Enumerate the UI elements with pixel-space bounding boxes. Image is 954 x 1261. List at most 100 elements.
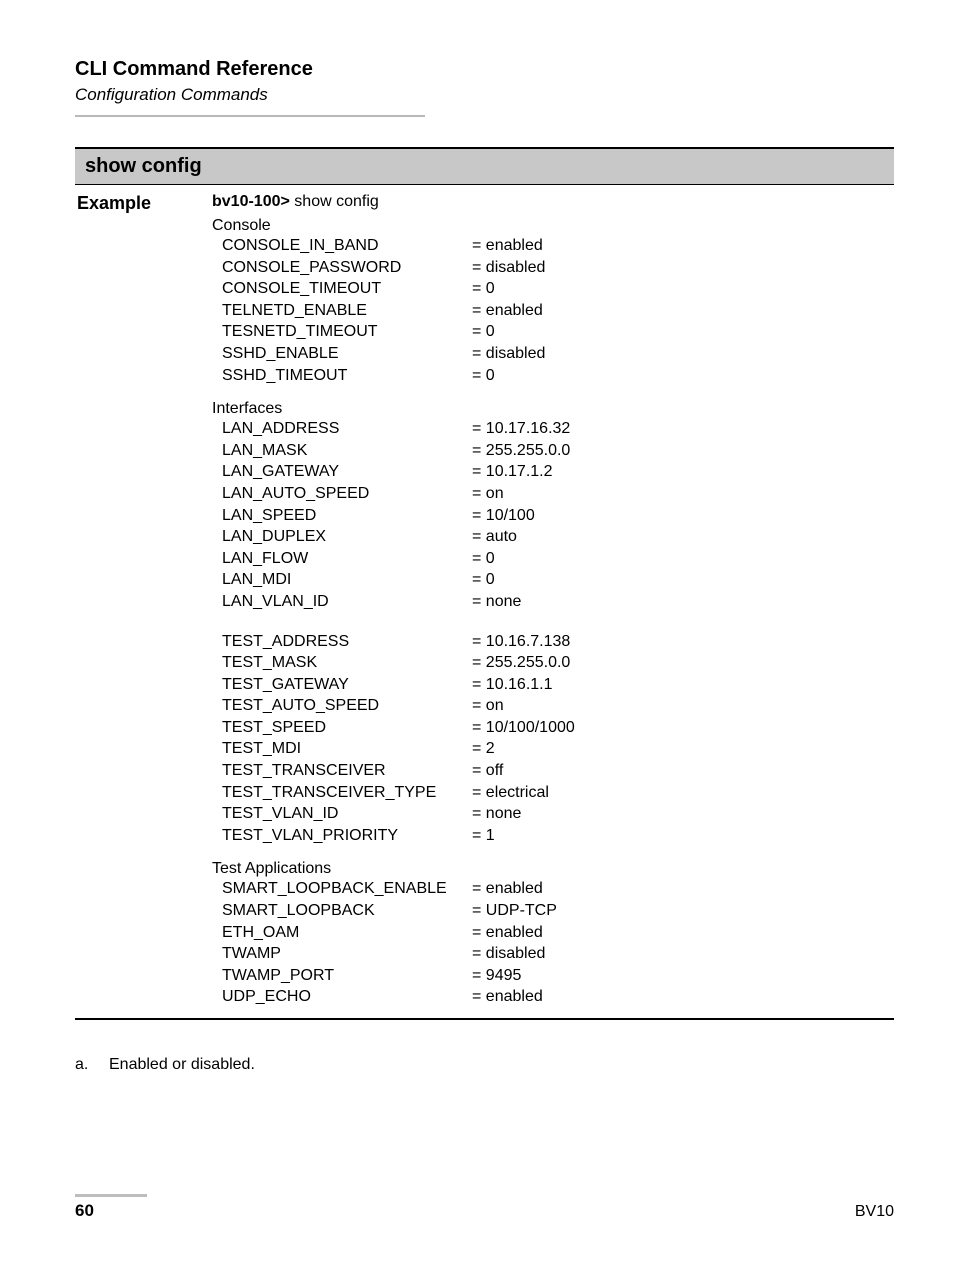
config-value: = 10.17.16.32 [472, 418, 894, 440]
config-key: TEST_MASK [212, 652, 472, 674]
config-key: TEST_TRANSCEIVER_TYPE [212, 782, 472, 804]
config-row: ETH_OAM= enabled [212, 922, 894, 944]
config-key: TEST_ADDRESS [212, 631, 472, 653]
config-value: = none [472, 591, 894, 613]
example-content: bv10-100> show config ConsoleCONSOLE_IN_… [212, 193, 894, 1008]
config-key: TEST_GATEWAY [212, 674, 472, 696]
config-key: TEST_TRANSCEIVER [212, 760, 472, 782]
config-value: = 0 [472, 321, 894, 343]
section-heading: Console [212, 217, 894, 235]
command-title: show config [75, 149, 894, 185]
config-row: TEST_MASK= 255.255.0.0 [212, 652, 894, 674]
config-row: TEST_VLAN_ID= none [212, 803, 894, 825]
config-key: TELNETD_ENABLE [212, 300, 472, 322]
config-key: TEST_VLAN_ID [212, 803, 472, 825]
config-value: = enabled [472, 986, 894, 1008]
config-key: SSHD_ENABLE [212, 343, 472, 365]
config-key: UDP_ECHO [212, 986, 472, 1008]
config-key: TESNETD_TIMEOUT [212, 321, 472, 343]
config-value: = 0 [472, 278, 894, 300]
footer-rule [75, 1194, 147, 1197]
config-value: = enabled [472, 235, 894, 257]
config-sections: ConsoleCONSOLE_IN_BAND= enabledCONSOLE_P… [212, 217, 894, 1008]
config-value: = 0 [472, 365, 894, 387]
config-row: TEST_MDI= 2 [212, 738, 894, 760]
section-spacer [212, 613, 894, 631]
footer-product: BV10 [855, 1203, 894, 1221]
page-container: CLI Command Reference Configuration Comm… [0, 0, 954, 1261]
command-box: show config Example bv10-100> show confi… [75, 147, 894, 1020]
config-row: TEST_AUTO_SPEED= on [212, 695, 894, 717]
config-key: SMART_LOOPBACK [212, 900, 472, 922]
config-value: = 0 [472, 548, 894, 570]
config-key: LAN_MDI [212, 569, 472, 591]
config-key: TEST_AUTO_SPEED [212, 695, 472, 717]
config-row: LAN_MDI= 0 [212, 569, 894, 591]
config-value: = none [472, 803, 894, 825]
config-value: = 1 [472, 825, 894, 847]
config-row: SSHD_TIMEOUT= 0 [212, 365, 894, 387]
config-value: = 255.255.0.0 [472, 440, 894, 462]
section-heading: Test Applications [212, 860, 894, 878]
config-value: = 10.16.1.1 [472, 674, 894, 696]
config-value: = 9495 [472, 965, 894, 987]
config-value: = enabled [472, 922, 894, 944]
cli-command: show config [290, 193, 379, 210]
config-value: = 10.17.1.2 [472, 461, 894, 483]
cli-prompt: bv10-100> [212, 193, 290, 210]
config-row: SMART_LOOPBACK_ENABLE= enabled [212, 878, 894, 900]
footnote-label: a. [75, 1056, 109, 1074]
command-body: Example bv10-100> show config ConsoleCON… [75, 185, 894, 1018]
config-key: SSHD_TIMEOUT [212, 365, 472, 387]
config-key: CONSOLE_IN_BAND [212, 235, 472, 257]
config-row: LAN_ADDRESS= 10.17.16.32 [212, 418, 894, 440]
config-key: LAN_AUTO_SPEED [212, 483, 472, 505]
config-key: LAN_FLOW [212, 548, 472, 570]
config-value: = disabled [472, 343, 894, 365]
config-value: = disabled [472, 943, 894, 965]
config-row: TEST_SPEED= 10/100/1000 [212, 717, 894, 739]
footer-left: 60 [75, 1194, 147, 1221]
footnote: a.Enabled or disabled. [75, 1056, 894, 1074]
config-row: LAN_VLAN_ID= none [212, 591, 894, 613]
config-row: TWAMP= disabled [212, 943, 894, 965]
config-row: TEST_ADDRESS= 10.16.7.138 [212, 631, 894, 653]
config-row: UDP_ECHO= enabled [212, 986, 894, 1008]
config-row: LAN_AUTO_SPEED= on [212, 483, 894, 505]
page-footer: 60 BV10 [75, 1194, 894, 1221]
config-value: = off [472, 760, 894, 782]
config-row: TEST_TRANSCEIVER= off [212, 760, 894, 782]
config-value: = 2 [472, 738, 894, 760]
config-value: = on [472, 695, 894, 717]
config-value: = on [472, 483, 894, 505]
config-row: LAN_DUPLEX= auto [212, 526, 894, 548]
config-value: = disabled [472, 257, 894, 279]
config-key: LAN_VLAN_ID [212, 591, 472, 613]
config-value: = 10.16.7.138 [472, 631, 894, 653]
config-key: SMART_LOOPBACK_ENABLE [212, 878, 472, 900]
config-key: ETH_OAM [212, 922, 472, 944]
prompt-line: bv10-100> show config [212, 193, 894, 211]
config-row: CONSOLE_TIMEOUT= 0 [212, 278, 894, 300]
config-row: SMART_LOOPBACK= UDP-TCP [212, 900, 894, 922]
config-row: LAN_GATEWAY= 10.17.1.2 [212, 461, 894, 483]
config-key: TEST_SPEED [212, 717, 472, 739]
config-row: LAN_SPEED= 10/100 [212, 505, 894, 527]
header-rule [75, 115, 425, 117]
example-label: Example [75, 193, 212, 1008]
config-value: = enabled [472, 878, 894, 900]
config-row: TESNETD_TIMEOUT= 0 [212, 321, 894, 343]
footnote-text: Enabled or disabled. [109, 1056, 255, 1073]
config-key: TWAMP_PORT [212, 965, 472, 987]
section-heading: Interfaces [212, 400, 894, 418]
config-key: LAN_MASK [212, 440, 472, 462]
config-value: = enabled [472, 300, 894, 322]
config-row: TEST_TRANSCEIVER_TYPE= electrical [212, 782, 894, 804]
config-key: TEST_MDI [212, 738, 472, 760]
config-value: = 10/100/1000 [472, 717, 894, 739]
config-row: SSHD_ENABLE= disabled [212, 343, 894, 365]
config-key: TEST_VLAN_PRIORITY [212, 825, 472, 847]
config-key: LAN_GATEWAY [212, 461, 472, 483]
config-row: CONSOLE_IN_BAND= enabled [212, 235, 894, 257]
config-key: CONSOLE_PASSWORD [212, 257, 472, 279]
